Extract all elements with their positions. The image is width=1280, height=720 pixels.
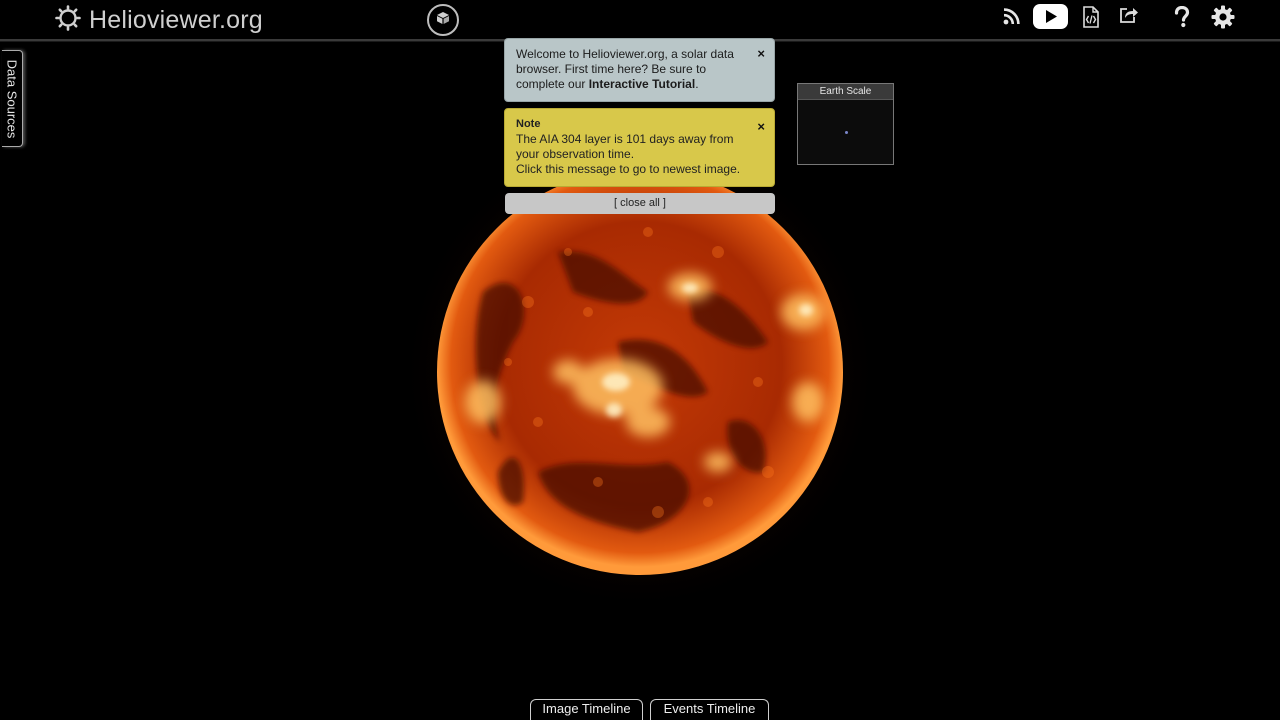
- rss-icon: [1003, 8, 1020, 30]
- close-all-button[interactable]: [ close all ]: [505, 193, 775, 214]
- rss-button[interactable]: [1001, 6, 1021, 32]
- note-action-text: Click this message to go to newest image…: [516, 162, 741, 176]
- close-note-button[interactable]: ×: [757, 120, 765, 134]
- help-icon: [1174, 5, 1190, 33]
- aia-note-notification[interactable]: Note The AIA 304 layer is 101 days away …: [504, 108, 775, 187]
- earth-icon: [845, 131, 848, 134]
- sun-logo-icon: [55, 4, 81, 36]
- image-timeline-tab[interactable]: Image Timeline: [530, 699, 643, 720]
- data-sources-label: Data Sources: [4, 59, 20, 138]
- share-button[interactable]: [1118, 4, 1140, 30]
- youtube-icon: [1033, 4, 1068, 34]
- earth-scale-title: Earth Scale: [798, 84, 893, 100]
- welcome-notification: Welcome to Helioviewer.org, a solar data…: [504, 38, 775, 102]
- note-title: Note: [516, 118, 541, 130]
- interactive-tutorial-link[interactable]: Interactive Tutorial: [589, 77, 695, 91]
- help-button[interactable]: [1172, 5, 1192, 33]
- welcome-text-end: .: [695, 77, 699, 91]
- earth-scale-widget[interactable]: Earth Scale: [797, 83, 894, 165]
- events-timeline-tab[interactable]: Events Timeline: [650, 699, 769, 720]
- close-welcome-button[interactable]: ×: [757, 47, 765, 61]
- embed-code-button[interactable]: [1081, 5, 1101, 33]
- settings-icon: [1211, 5, 1235, 34]
- 3d-view-button[interactable]: [427, 4, 459, 36]
- home-logo[interactable]: Helioviewer.org: [55, 4, 263, 36]
- app-title: Helioviewer.org: [89, 5, 263, 34]
- code-file-icon: [1082, 5, 1100, 33]
- header-bar: Helioviewer.org: [0, 0, 1280, 41]
- settings-button[interactable]: [1210, 5, 1236, 34]
- share-icon: [1119, 5, 1139, 30]
- cube-icon: [436, 11, 450, 30]
- note-message: The AIA 304 layer is 101 days away from …: [516, 132, 734, 161]
- helioviewer-app: Helioviewer.org Data Sources Welcome to …: [0, 0, 1280, 720]
- data-sources-tab[interactable]: Data Sources: [2, 50, 23, 147]
- youtube-button[interactable]: [1033, 4, 1068, 34]
